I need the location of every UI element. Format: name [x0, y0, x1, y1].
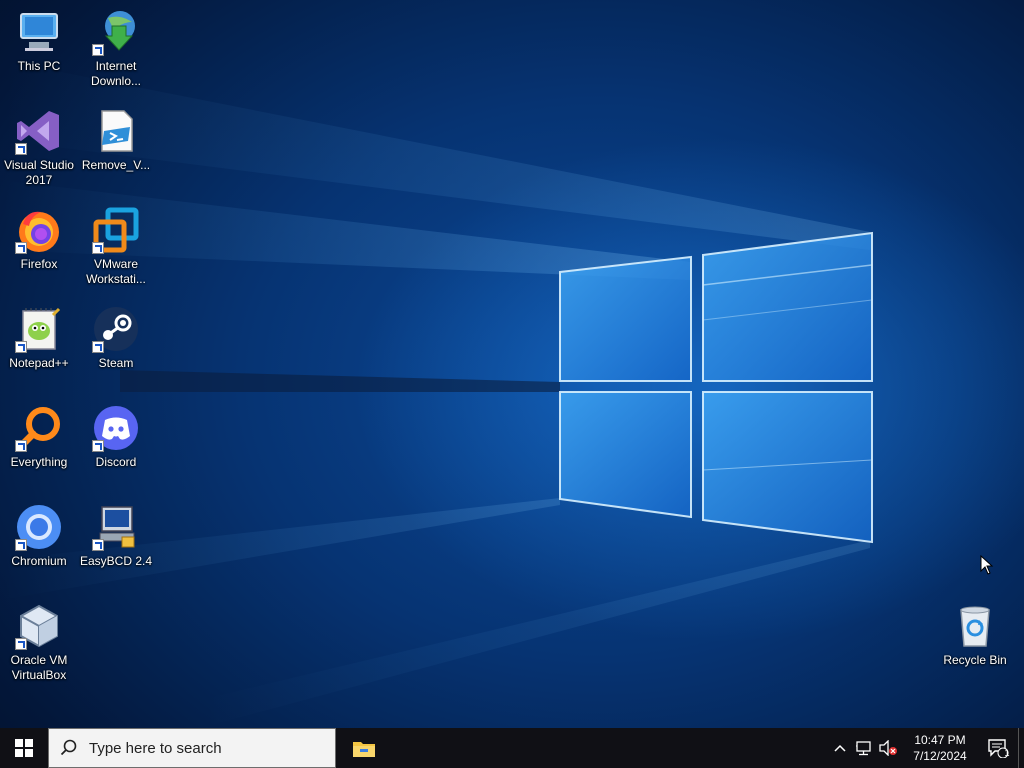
taskbar-file-explorer[interactable] — [338, 728, 390, 768]
network-icon — [856, 741, 871, 756]
desktop-icon-internet-download-manager[interactable]: Internet Downlo... — [78, 2, 154, 94]
search-input[interactable]: Type here to search — [48, 728, 336, 768]
desktop-icon-notepad-plus-plus[interactable]: Notepad++ — [1, 299, 77, 391]
desktop-icon-label: Notepad++ — [9, 356, 69, 370]
desktop-icon-label: Remove_V... — [81, 158, 151, 172]
discord-icon — [92, 404, 140, 452]
chromium-icon — [15, 503, 63, 551]
easybcd-icon — [92, 503, 140, 551]
desktop-icon-label: Visual Studio 2017 — [4, 158, 74, 187]
desktop-icon-label: Everything — [10, 455, 68, 469]
desktop-icon-steam[interactable]: Steam — [78, 299, 154, 391]
notification-count-badge: 1 — [1004, 748, 1010, 758]
visual-studio-icon — [15, 107, 63, 155]
action-center-button[interactable]: 1 — [980, 728, 1016, 768]
show-desktop-button[interactable] — [1018, 728, 1024, 768]
vmware-icon — [92, 206, 140, 254]
desktop-icon-chromium[interactable]: Chromium — [1, 497, 77, 589]
notepad-plus-plus-icon — [15, 305, 63, 353]
virtualbox-icon — [15, 602, 63, 650]
desktop-icon-label: Firefox — [20, 257, 58, 271]
desktop-icon-recycle-bin[interactable]: Recycle Bin — [937, 596, 1013, 688]
system-tray: 10:47 PM 7/12/2024 1 — [828, 728, 1024, 768]
desktop-icon-firefox[interactable]: Firefox — [1, 200, 77, 292]
desktop-icon-label: Discord — [95, 455, 137, 469]
desktop-icon-label: Recycle Bin — [943, 653, 1007, 667]
idm-icon — [92, 8, 140, 56]
file-explorer-icon — [353, 742, 375, 757]
mouse-cursor-icon — [980, 555, 994, 575]
volume-muted-icon — [879, 740, 897, 756]
network-button[interactable] — [852, 728, 876, 768]
clock[interactable]: 10:47 PM 7/12/2024 — [900, 732, 980, 764]
chevron-up-icon — [834, 744, 846, 752]
desktop-icon-easybcd[interactable]: EasyBCD 2.4 — [78, 497, 154, 589]
windows-logo-icon — [15, 739, 33, 757]
recycle-bin-icon — [951, 602, 999, 650]
everything-search-icon — [15, 404, 63, 452]
start-button[interactable] — [0, 728, 48, 768]
desktop-icon-label: Internet Downlo... — [90, 59, 142, 88]
search-placeholder: Type here to search — [89, 739, 222, 757]
clock-time: 10:47 PM — [914, 733, 966, 747]
desktop-icon-label: VMware Workstati... — [86, 257, 146, 286]
clock-date: 7/12/2024 — [913, 749, 967, 763]
desktop-icon-remove-script[interactable]: Remove_V... — [78, 101, 154, 193]
taskbar: Type here to search 10:47 PM 7/12/2024 1 — [0, 728, 1024, 768]
desktop-icon-label: This PC — [17, 59, 61, 73]
desktop-icon-discord[interactable]: Discord — [78, 398, 154, 490]
search-icon — [49, 739, 89, 757]
desktop-icon-everything[interactable]: Everything — [1, 398, 77, 490]
desktop[interactable]: This PC Visual Studio 2017 Firefox Notep… — [0, 0, 1024, 728]
desktop-icon-this-pc[interactable]: This PC — [1, 2, 77, 94]
computer-icon — [15, 8, 63, 56]
desktop-icon-label: EasyBCD 2.4 — [79, 554, 153, 568]
desktop-icon-vmware[interactable]: VMware Workstati... — [78, 200, 154, 292]
show-hidden-icons-button[interactable] — [828, 728, 852, 768]
steam-icon — [92, 305, 140, 353]
desktop-icon-virtualbox[interactable]: Oracle VM VirtualBox — [1, 596, 77, 688]
powershell-script-icon — [92, 107, 140, 155]
desktop-icon-label: Chromium — [11, 554, 67, 568]
firefox-icon — [15, 206, 63, 254]
volume-button[interactable] — [876, 728, 900, 768]
desktop-icon-visual-studio[interactable]: Visual Studio 2017 — [1, 101, 77, 193]
desktop-icon-label: Oracle VM VirtualBox — [10, 653, 68, 682]
desktop-icon-label: Steam — [98, 356, 134, 370]
